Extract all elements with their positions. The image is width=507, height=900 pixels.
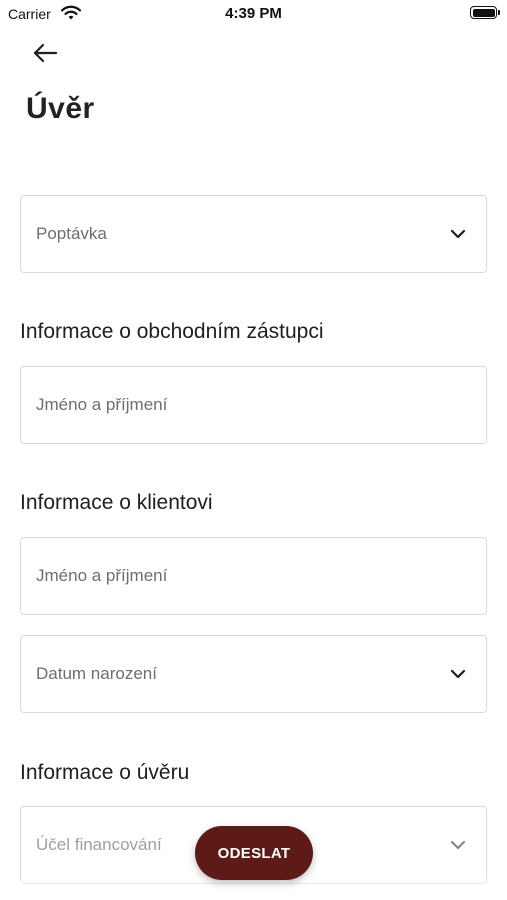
request-type-select[interactable]: Poptávka <box>20 195 487 273</box>
submit-button[interactable]: ODESLAT <box>195 826 313 880</box>
clock: 4:39 PM <box>225 5 282 22</box>
status-bar: Carrier 4:39 PM <box>0 0 507 28</box>
back-button[interactable] <box>30 38 66 68</box>
agent-section-heading: Informace o obchodním zástupci <box>20 320 324 343</box>
birth-date-label: Datum narození <box>36 664 157 683</box>
birth-date-select[interactable]: Datum narození <box>20 635 487 713</box>
agent-name-field[interactable] <box>20 366 487 444</box>
chevron-down-icon <box>450 229 466 239</box>
request-type-label: Poptávka <box>36 224 107 243</box>
page-title: Úvěr <box>26 92 95 125</box>
chevron-down-icon <box>450 669 466 679</box>
client-section-heading: Informace o klientovi <box>20 491 213 514</box>
loan-section-heading: Informace o úvěru <box>20 761 190 784</box>
client-name-field[interactable] <box>20 537 487 615</box>
arrow-left-icon <box>33 43 58 63</box>
agent-name-input[interactable] <box>21 367 486 443</box>
chevron-down-icon <box>450 840 466 850</box>
client-name-input[interactable] <box>21 538 486 614</box>
battery-icon <box>470 6 500 19</box>
